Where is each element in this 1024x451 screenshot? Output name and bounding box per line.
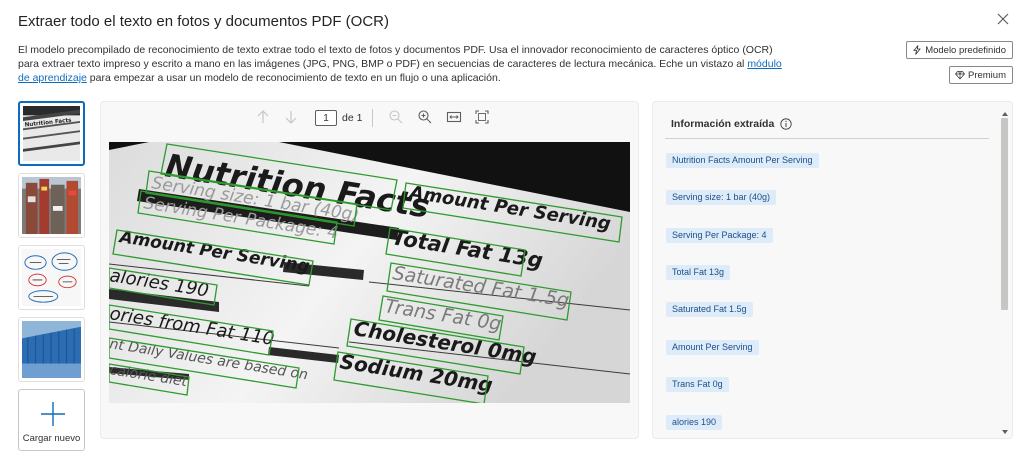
extracted-info-header: Información extraída: [671, 118, 792, 130]
scrollbar-thumb[interactable]: [1001, 118, 1008, 310]
premium-label: Premium: [967, 69, 1006, 81]
upload-new-label: Cargar nuevo: [22, 433, 81, 444]
extracted-item[interactable]: Amount Per Serving: [666, 340, 759, 355]
fit-page-icon[interactable]: [474, 109, 490, 125]
extracted-item[interactable]: Trans Fat 0g: [666, 377, 729, 392]
thumbnail-street[interactable]: [18, 173, 85, 238]
nutrition-label-photo: Nutrition Facts Serving size: 1 bar (40g…: [109, 142, 630, 403]
upload-new-button[interactable]: Cargar nuevo: [18, 389, 85, 451]
arrow-up-icon[interactable]: [255, 109, 271, 125]
extracted-info-title: Información extraída: [671, 118, 775, 130]
premium-button[interactable]: Premium: [948, 66, 1013, 84]
thumbnail-containers[interactable]: [18, 317, 85, 382]
prebuilt-model-button[interactable]: Modelo predefinido: [906, 41, 1013, 59]
close-icon[interactable]: [996, 12, 1010, 26]
handwriting-thumbnail-image: [22, 249, 81, 307]
extracted-item[interactable]: Saturated Fat 1.5g: [666, 302, 753, 317]
sample-thumbnails: Nutrition Facts Cargar nuevo: [18, 101, 85, 451]
thumbnail-nutrition[interactable]: Nutrition Facts: [18, 101, 85, 166]
zoom-out-icon[interactable]: [388, 109, 404, 125]
extracted-item[interactable]: alories 190: [666, 415, 723, 430]
extracted-item[interactable]: Serving Per Package: 4: [666, 228, 773, 243]
scroll-down-icon[interactable]: [1002, 430, 1008, 434]
page-count: de 1: [342, 112, 363, 124]
extracted-info-panel: Información extraída Nutrition Facts Amo…: [652, 101, 1013, 439]
lightning-icon: [913, 45, 922, 55]
document-image: Nutrition Facts Serving size: 1 bar (40g…: [109, 142, 630, 403]
diamond-icon: [955, 71, 965, 80]
plus-icon: [41, 402, 65, 426]
street-thumbnail-image: [22, 177, 81, 235]
extracted-item[interactable]: Serving size: 1 bar (40g): [666, 190, 777, 205]
page-number-input[interactable]: [315, 110, 337, 126]
toolbar-divider: [372, 109, 373, 127]
dialog-title: Extraer todo el texto en fotos y documen…: [18, 13, 389, 30]
zoom-in-icon[interactable]: [417, 109, 433, 125]
viewer-toolbar: de 1: [101, 109, 638, 127]
dialog-description: El modelo precompilado de reconocimiento…: [18, 43, 788, 85]
scroll-up-icon[interactable]: [1002, 112, 1008, 116]
containers-thumbnail-image: [22, 321, 81, 379]
extracted-item[interactable]: Total Fat 13g: [666, 265, 731, 280]
thumbnail-handwriting[interactable]: [18, 245, 85, 310]
nutrition-thumbnail-image: Nutrition Facts: [23, 106, 80, 162]
description-text-2: para empezar a usar un modelo de reconoc…: [86, 72, 501, 84]
document-viewer: de 1: [100, 101, 639, 439]
description-text-1: El modelo precompilado de reconocimiento…: [18, 44, 773, 70]
extracted-item[interactable]: Nutrition Facts Amount Per Serving: [666, 153, 819, 168]
fit-width-icon[interactable]: [446, 109, 462, 125]
prebuilt-model-label: Modelo predefinido: [925, 44, 1006, 56]
panel-scrollbar[interactable]: [1000, 112, 1009, 434]
info-icon[interactable]: [780, 118, 792, 130]
panel-divider: [665, 138, 989, 139]
arrow-down-icon[interactable]: [283, 109, 299, 125]
